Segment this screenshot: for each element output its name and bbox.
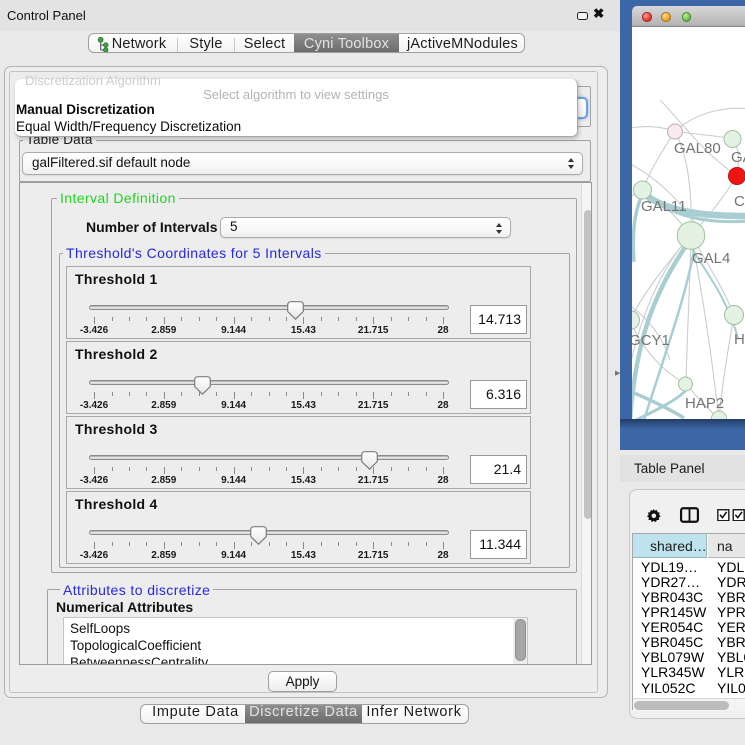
svg-text:HAP2: HAP2 [685, 395, 724, 412]
svg-text:GAL80: GAL80 [674, 140, 721, 157]
svg-text:GA: GA [731, 149, 745, 166]
svg-text:C: C [734, 193, 745, 210]
svg-text:GAL4: GAL4 [692, 250, 730, 267]
svg-text:GCY1: GCY1 [632, 332, 670, 349]
svg-text:GAL11: GAL11 [641, 198, 687, 215]
svg-text:H: H [734, 331, 745, 348]
